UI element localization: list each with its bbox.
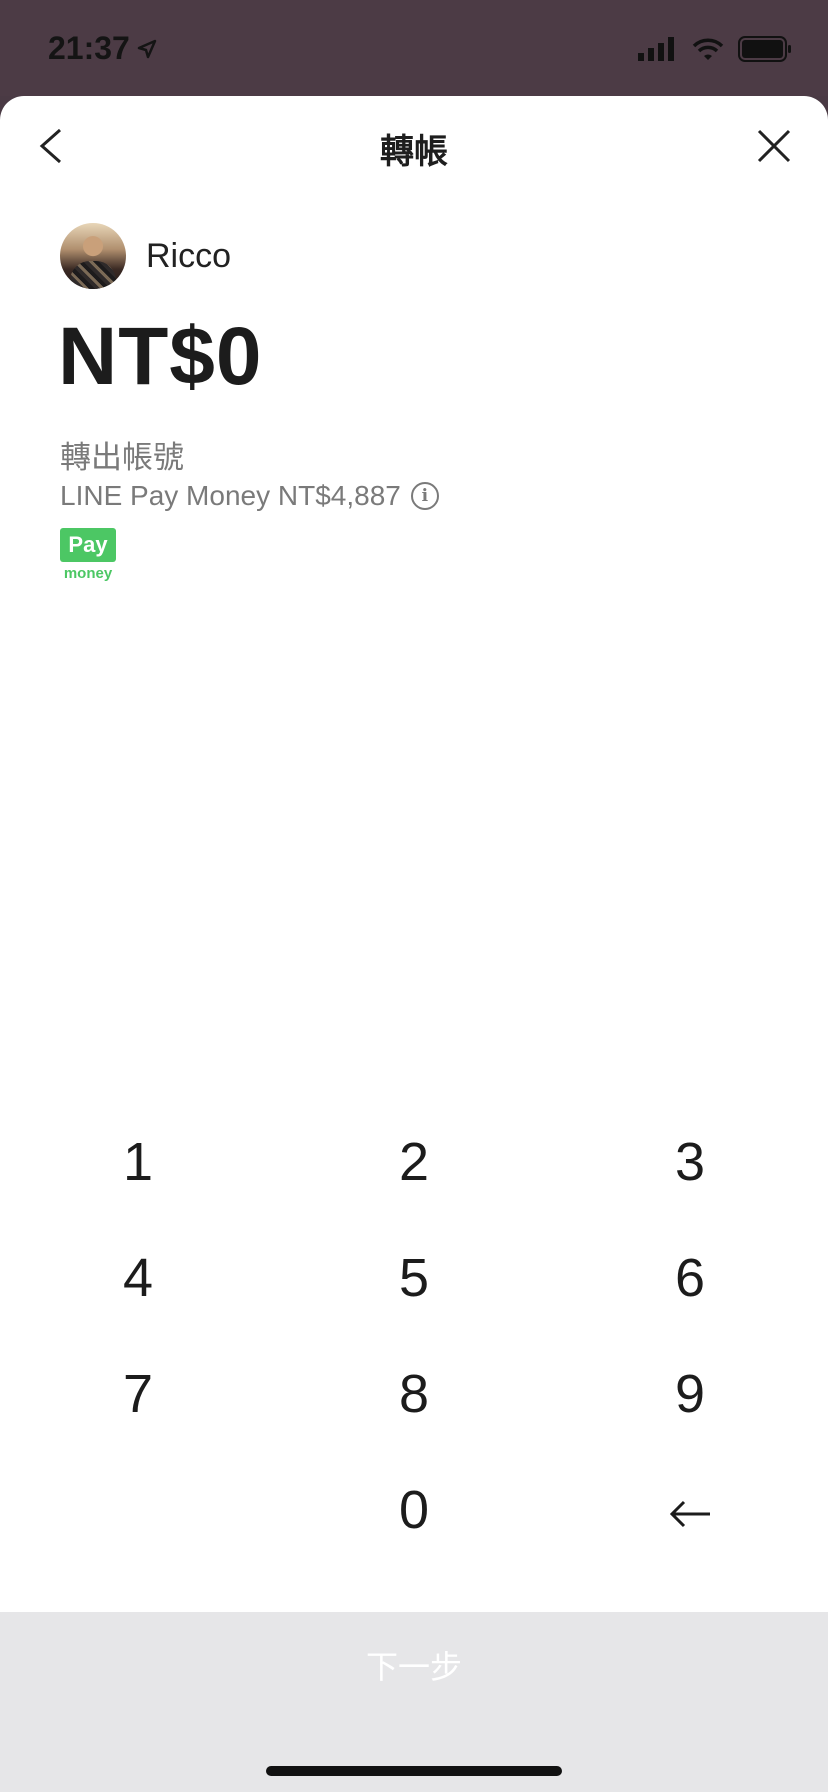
key-1[interactable]: 1 xyxy=(0,1104,276,1220)
signal-icon xyxy=(638,37,674,61)
source-account-label: 轉出帳號 xyxy=(60,440,184,475)
battery-icon xyxy=(738,36,791,62)
footer: 下一步 xyxy=(0,1612,828,1792)
next-button[interactable]: 下一步 xyxy=(0,1612,828,1722)
recipient-name: Ricco xyxy=(146,236,232,275)
recipient: Ricco xyxy=(60,223,231,289)
pay-logo-badge: Pay xyxy=(60,528,116,562)
info-icon[interactable]: i xyxy=(410,482,439,510)
home-indicator xyxy=(266,1766,562,1776)
page-title: 轉帳 xyxy=(380,133,448,171)
balance-text: LINE Pay Money NT$4,887 xyxy=(60,480,401,511)
close-icon xyxy=(757,129,791,163)
key-9[interactable]: 9 xyxy=(552,1336,828,1452)
key-4[interactable]: 4 xyxy=(0,1220,276,1336)
transfer-sheet: 轉帳 Ricco NT$0 轉出帳號 LINE Pay Money NT$4,8… xyxy=(0,96,828,1792)
key-0[interactable]: 0 xyxy=(276,1452,552,1568)
money-logo-text: money xyxy=(63,565,113,582)
status-time-text: 21:37 xyxy=(48,30,130,66)
status-time: 21:37 xyxy=(48,30,158,67)
key-8[interactable]: 8 xyxy=(276,1336,552,1452)
close-button[interactable] xyxy=(750,122,798,170)
arrow-left-icon xyxy=(669,1500,710,1527)
location-arrow-icon xyxy=(137,39,157,58)
key-7[interactable]: 7 xyxy=(0,1336,276,1452)
avatar xyxy=(60,223,126,289)
status-icons xyxy=(638,36,792,62)
amount-display: NT$0 xyxy=(58,311,263,402)
wifi-icon xyxy=(692,38,724,60)
key-2[interactable]: 2 xyxy=(276,1104,552,1220)
key-6[interactable]: 6 xyxy=(552,1220,828,1336)
status-bar: 21:37 xyxy=(0,0,828,96)
backspace-button[interactable] xyxy=(552,1452,828,1568)
key-5[interactable]: 5 xyxy=(276,1220,552,1336)
key-3[interactable]: 3 xyxy=(552,1104,828,1220)
balance-row: LINE Pay Money NT$4,887 i xyxy=(60,480,439,512)
nav-bar: 轉帳 xyxy=(0,96,828,192)
pay-money-logo: Pay money xyxy=(60,528,116,582)
